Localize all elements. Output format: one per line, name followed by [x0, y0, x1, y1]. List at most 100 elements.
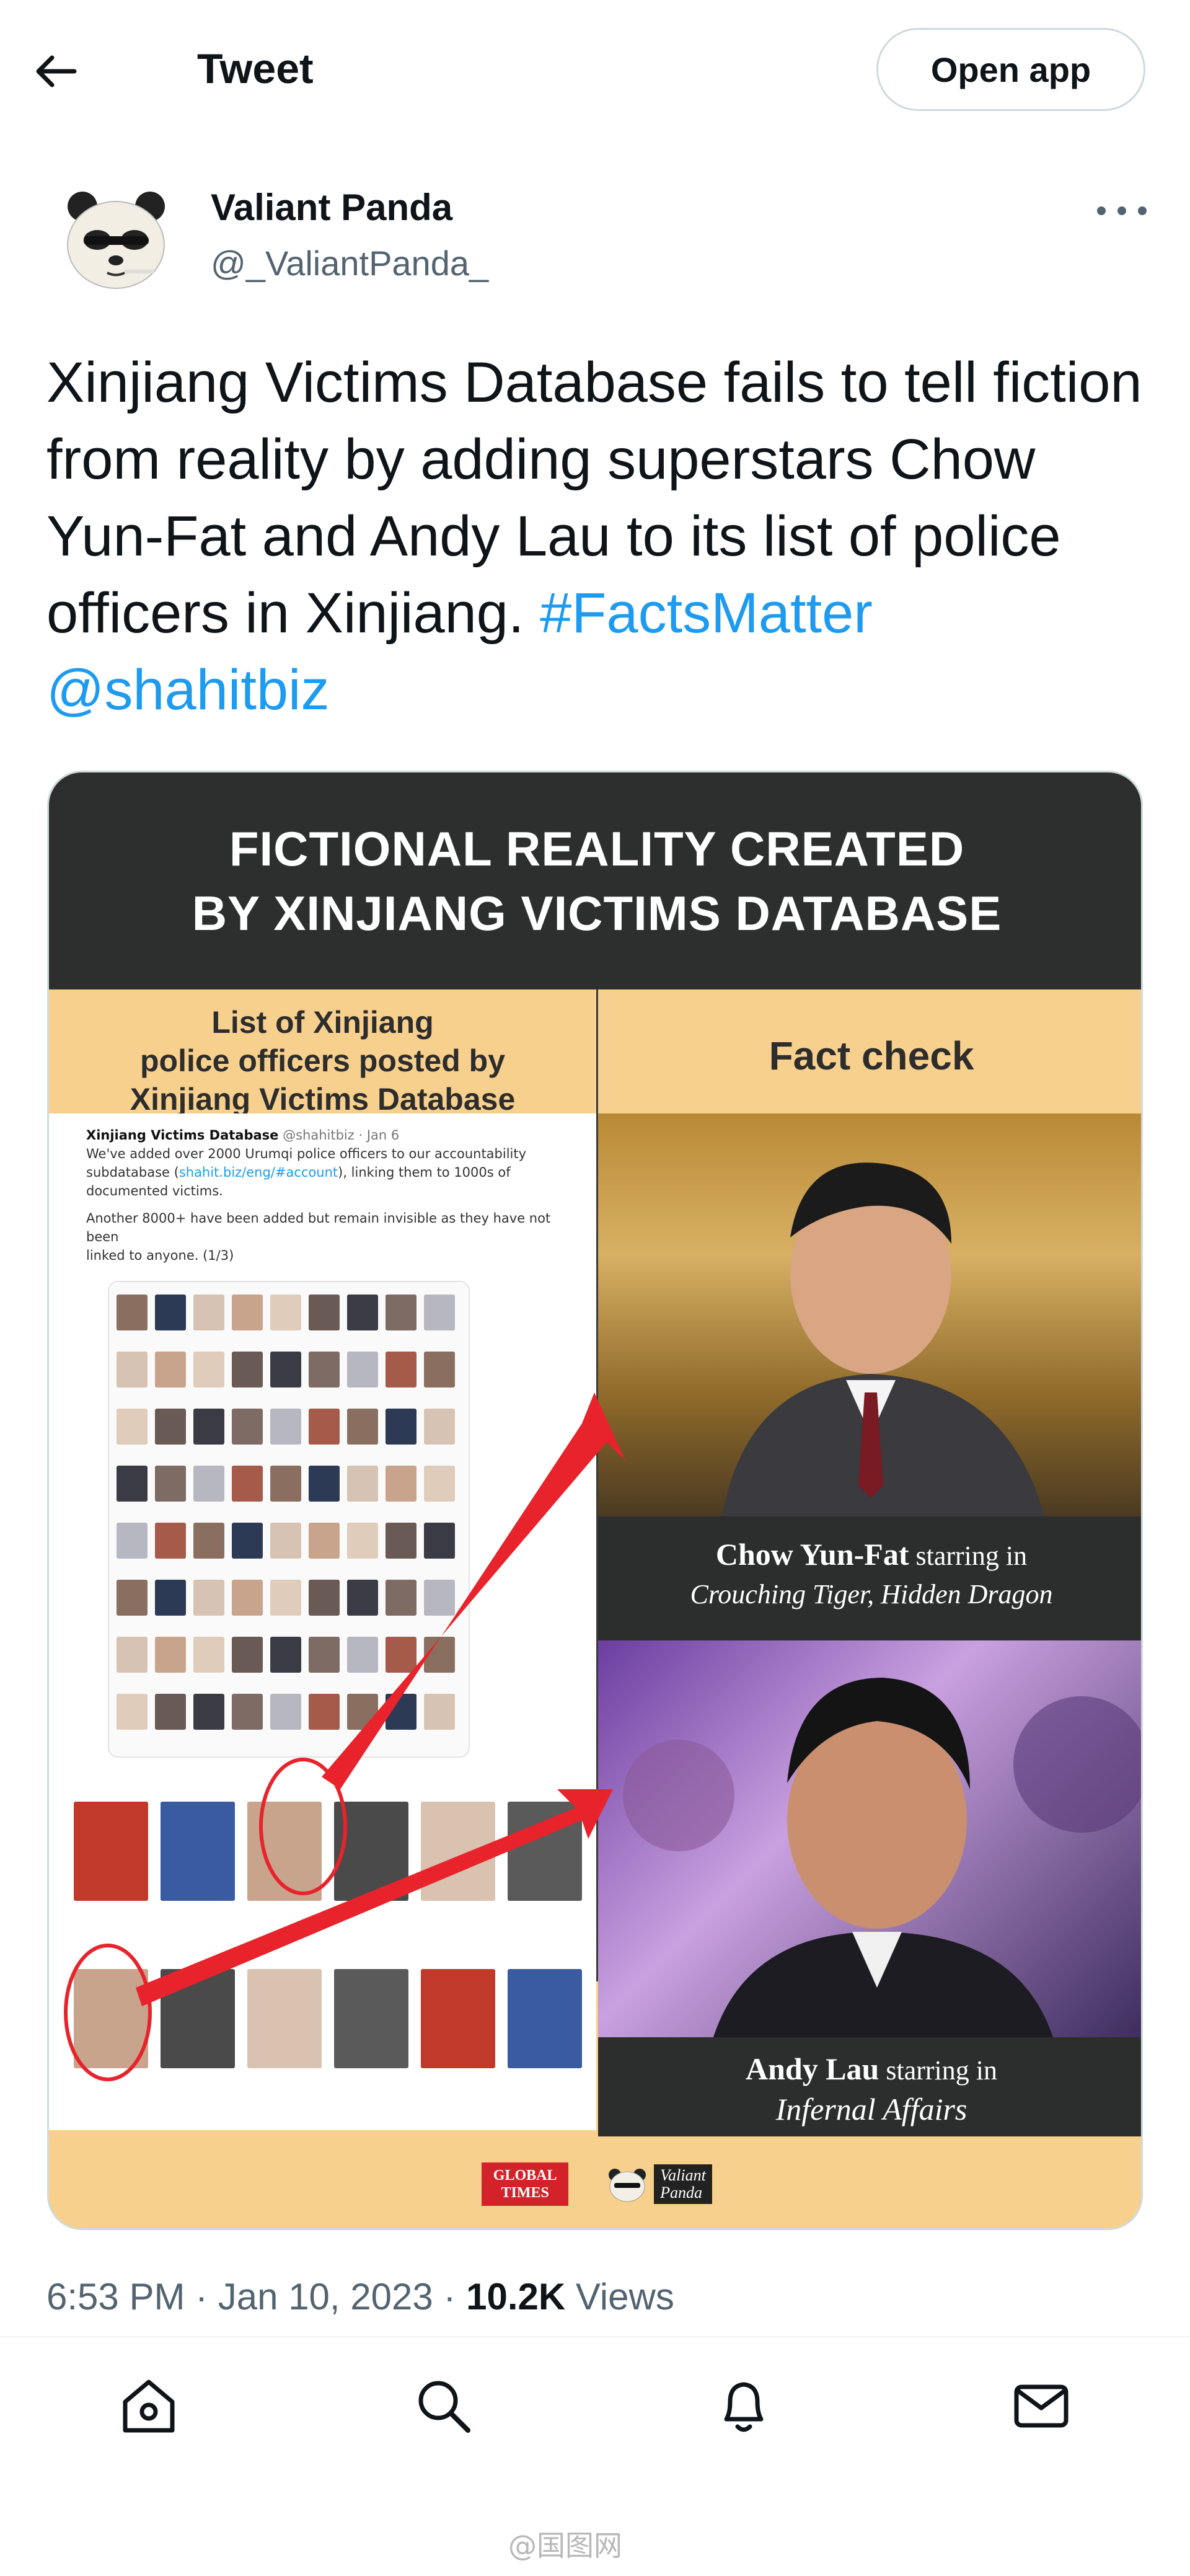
nav-divider	[0, 2336, 1190, 2337]
left-header-line: Xinjiang Victims Database	[130, 1082, 516, 1117]
officer-thumbnail	[270, 1523, 301, 1559]
hashtag-link[interactable]: #FactsMatter	[540, 582, 873, 645]
officer-thumbnail	[386, 1295, 416, 1330]
meta-separator: ·	[195, 2276, 208, 2317]
nav-notifications[interactable]	[710, 2371, 778, 2440]
author-handle[interactable]: @_ValiantPanda_	[211, 243, 488, 283]
officer-thumbnail	[386, 1694, 416, 1730]
officer-thumbnail	[386, 1523, 416, 1559]
tweet-meta: 6:53 PM · Jan 10, 2023 · 10.2K Views	[46, 2275, 674, 2318]
officer-photo	[161, 1969, 235, 2068]
more-options-button[interactable]	[1097, 195, 1147, 226]
more-dot-icon	[1138, 206, 1147, 215]
officer-thumbnail	[347, 1694, 378, 1730]
officer-thumbnail	[117, 1295, 148, 1330]
officer-photo	[508, 1969, 582, 2068]
officer-thumbnail	[347, 1580, 378, 1616]
meta-separator: ·	[443, 2276, 456, 2317]
tweet-media-image[interactable]: FICTIONAL REALITY CREATED BY XINJIANG VI…	[47, 771, 1143, 2230]
officer-thumbnail	[155, 1694, 186, 1730]
officer-thumbnail	[347, 1352, 378, 1388]
officer-photo	[74, 1802, 148, 1901]
officer-thumbnail	[232, 1409, 263, 1445]
embedded-text-line: linked to anyone. (1/3)	[86, 1248, 234, 1263]
officer-thumbnail	[155, 1580, 186, 1616]
officer-thumbnail	[117, 1466, 148, 1502]
officer-thumbnail	[347, 1409, 378, 1445]
views-label: Views	[575, 2276, 674, 2317]
back-button[interactable]	[31, 37, 112, 105]
author-name[interactable]: Valiant Panda	[211, 186, 452, 229]
bell-icon	[724, 2382, 764, 2432]
embedded-text-line: documented victims.	[86, 1184, 223, 1198]
officer-thumbnail	[193, 1295, 224, 1330]
embedded-text-part: ), linking them to 1000s of	[338, 1165, 511, 1180]
portrait-silhouette-icon	[722, 1162, 1044, 1516]
officer-thumbnail	[193, 1352, 224, 1388]
valiant-panda-logo: Valiant Panda	[606, 2164, 712, 2204]
officer-thumbnail	[117, 1523, 148, 1559]
officer-thumbnail	[309, 1352, 340, 1388]
officer-thumbnail	[309, 1637, 340, 1673]
logo-text-line: Valiant	[660, 2166, 706, 2184]
officer-photo	[74, 1969, 148, 2068]
nav-search[interactable]	[409, 2371, 477, 2440]
arrow-left-icon	[36, 55, 77, 87]
avatar[interactable]	[59, 183, 174, 298]
open-app-button[interactable]: Open app	[876, 28, 1145, 111]
officer-thumbnail	[117, 1352, 148, 1388]
mention-link[interactable]: @shahitbiz	[46, 658, 330, 722]
officer-thumbnail	[347, 1295, 378, 1330]
logo-text: Valiant Panda	[654, 2164, 712, 2204]
officer-thumbnail	[193, 1694, 224, 1730]
officer-thumbnail	[309, 1580, 340, 1616]
nav-home[interactable]	[115, 2371, 183, 2440]
officer-thumbnail	[347, 1637, 378, 1673]
andy-caption: Andy Lau starring in Infernal Affairs	[598, 2037, 1141, 2136]
officer-thumbnail	[309, 1295, 340, 1330]
officer-thumbnail	[117, 1580, 148, 1616]
nav-messages[interactable]	[1007, 2371, 1075, 2440]
officer-thumbnail	[424, 1352, 455, 1388]
officer-thumbnail	[424, 1694, 455, 1730]
officer-thumbnail	[424, 1295, 455, 1330]
logo-text: TIMES	[501, 2185, 549, 2201]
officer-thumbnail	[424, 1466, 455, 1502]
officer-thumbnail	[232, 1694, 263, 1730]
officer-photo	[247, 1802, 322, 1901]
officer-thumbnail	[232, 1580, 263, 1616]
mail-icon	[1014, 2384, 1069, 2428]
officer-thumbnail	[155, 1352, 186, 1388]
officer-thumbnail	[424, 1637, 455, 1673]
officer-thumbnail	[193, 1523, 224, 1559]
officer-thumbnail	[193, 1466, 224, 1502]
panda-logo-icon	[609, 2169, 646, 2202]
officer-thumbnail	[193, 1409, 224, 1445]
officer-thumbnail	[270, 1409, 301, 1445]
officer-photo	[334, 1802, 408, 1901]
officer-thumbnail	[386, 1637, 416, 1673]
officer-photo	[421, 1802, 495, 1901]
banner-line: FICTIONAL REALITY CREATED	[229, 821, 965, 876]
officer-photo-rows	[49, 1783, 596, 2130]
more-dot-icon	[1097, 206, 1106, 215]
chow-caption: Chow Yun-Fat starring in Crouching Tiger…	[598, 1516, 1141, 1640]
embedded-link: shahit.biz/eng/#account	[178, 1165, 338, 1180]
officer-thumbnail	[386, 1466, 416, 1502]
caption-text: starring in	[909, 1541, 1028, 1571]
left-header-line: police officers posted by	[139, 1043, 505, 1078]
officer-thumbnail	[424, 1409, 455, 1445]
officer-thumbnail	[309, 1466, 340, 1502]
officer-photo	[508, 1802, 582, 1901]
officer-thumbnail	[309, 1409, 340, 1445]
officer-thumbnail	[270, 1466, 301, 1502]
officer-thumbnail	[155, 1409, 186, 1445]
logo-text: GLOBAL	[493, 2167, 557, 2184]
actor-name: Andy Lau	[745, 2052, 879, 2086]
officer-thumbnail	[193, 1580, 224, 1616]
officer-thumbnail	[193, 1637, 224, 1673]
home-icon	[123, 2379, 175, 2433]
officer-thumbnail	[232, 1352, 263, 1388]
officer-thumbnail	[309, 1694, 340, 1730]
officer-thumbnail	[386, 1352, 416, 1388]
